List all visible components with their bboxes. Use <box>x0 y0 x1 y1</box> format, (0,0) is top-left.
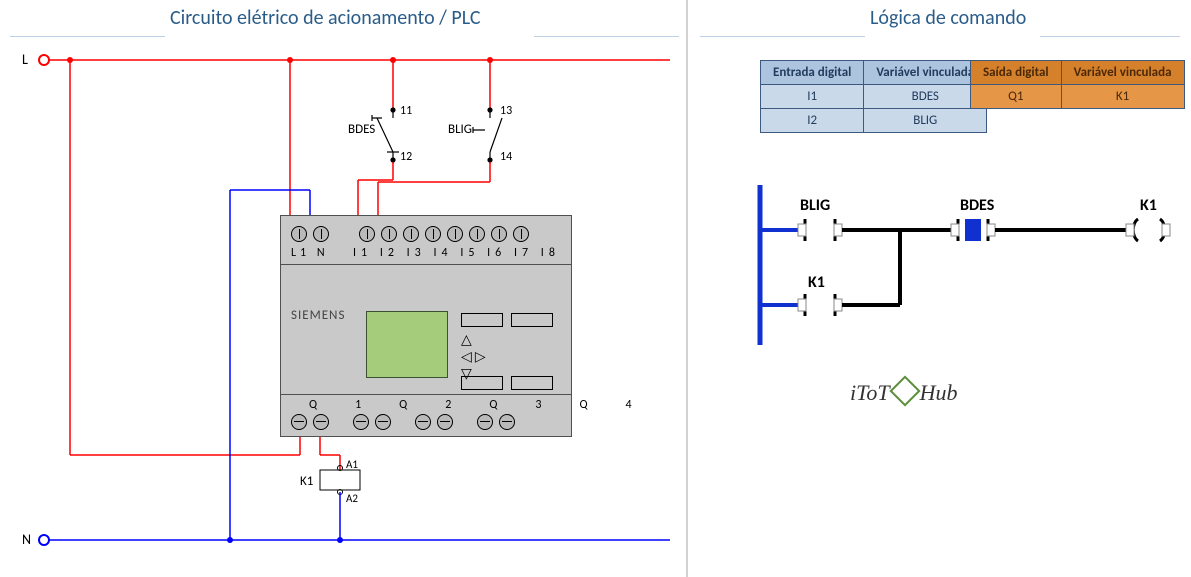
plc-device: L1 N I1 I2 I3 I4 I5 I6 I7 I8 SIEMENS △◁ … <box>280 215 572 437</box>
screw-icon <box>313 226 329 242</box>
svg-text:12: 12 <box>400 150 412 164</box>
screw-icon <box>359 226 375 242</box>
rule <box>700 36 865 37</box>
ladder-diagram: BLIG BDES K1 K1 <box>700 175 1191 395</box>
screw-icon <box>403 226 419 242</box>
svg-text:L: L <box>22 51 28 68</box>
svg-text:K1: K1 <box>300 474 313 489</box>
plc-button <box>461 376 503 390</box>
svg-text:K1: K1 <box>808 273 825 292</box>
term: N <box>317 246 329 260</box>
plc-screen <box>366 311 448 378</box>
svg-text:K1: K1 <box>1140 196 1157 215</box>
title-right: Lógica de comando <box>870 6 1026 30</box>
screw-icon <box>469 226 485 242</box>
svg-text:BDES: BDES <box>960 196 995 215</box>
screw-icon <box>425 226 441 242</box>
output-table: Saída digitalVariável vinculada Q1K1 <box>970 60 1185 109</box>
svg-text:BDES: BDES <box>348 122 375 137</box>
plc-brand: SIEMENS <box>291 308 345 323</box>
svg-text:N: N <box>22 531 31 548</box>
screw-icon <box>291 226 307 242</box>
arrow-pad-icon: △◁ ▷▽ <box>461 331 486 382</box>
plc-button <box>511 376 553 390</box>
svg-text:BLIG: BLIG <box>800 196 830 215</box>
rule <box>1040 36 1180 37</box>
screw-icon <box>381 226 397 242</box>
itot-hub-logo: iToTHub <box>850 380 957 406</box>
svg-text:13: 13 <box>500 104 512 118</box>
svg-text:A2: A2 <box>346 492 358 505</box>
input-table: Entrada digitalVariável vinculada I1BDES… <box>760 60 987 133</box>
screw-icon <box>491 226 507 242</box>
svg-text:14: 14 <box>500 150 512 164</box>
vertical-divider <box>686 0 688 577</box>
svg-text:BLIG: BLIG <box>448 122 472 137</box>
screw-icon <box>447 226 463 242</box>
plc-button <box>461 313 503 327</box>
term: L1 <box>291 246 310 260</box>
plc-button <box>511 313 553 327</box>
svg-text:A1: A1 <box>346 458 358 471</box>
screw-icon <box>513 226 529 242</box>
svg-text:11: 11 <box>400 104 412 118</box>
cube-icon <box>889 375 920 406</box>
